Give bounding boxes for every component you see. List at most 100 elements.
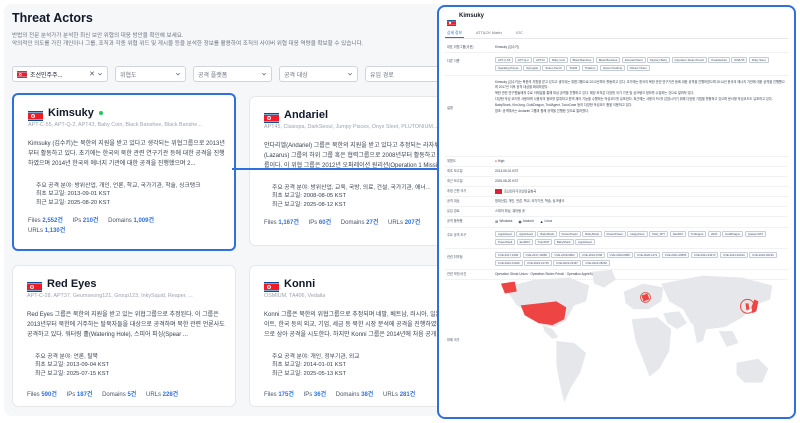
attack-target-filter-select[interactable]: 공격 대상 (279, 66, 358, 82)
alias-chip[interactable]: Emerald Sleet (621, 57, 646, 63)
alias-chip[interactable]: Sparkling Pisces (495, 64, 522, 71)
cve-chip[interactable]: CVE-2020-1472 (634, 252, 661, 259)
alias-chip[interactable]: APT-C-55 (495, 57, 514, 63)
malware-chip[interactable]: EndRAT (516, 238, 534, 245)
row-label: 위협도 (447, 159, 456, 163)
filter-placeholder: 공격 대상 (284, 72, 308, 79)
cve-chip[interactable]: CVE-2021-40444 (719, 252, 748, 259)
nk-flag-icon (447, 13, 456, 26)
page-description-line: 악의적인 의도를 가진 개인이나 그룹, 조직과 각종 위협 위드 및 게시물 … (12, 41, 364, 47)
alias-chip[interactable]: Springtail (523, 64, 541, 71)
malware-chip[interactable]: TutorRAT (534, 238, 553, 245)
malware-chip[interactable]: AppleSeed (495, 231, 515, 238)
detail-row: 다른 이름 APT-C-55 APT-Q-2 APT43 Baby Coin Black… (445, 53, 788, 76)
victim-world-map[interactable] (495, 265, 792, 415)
cve-chip[interactable]: CVE-2021-34473 (690, 252, 719, 259)
actor-card-red-eyes[interactable]: Red Eyes APT-C-28, APT37, Geumseong121, … (12, 265, 236, 407)
alias-chip[interactable]: Velvet Chollima (599, 64, 626, 71)
description-paragraph: Kimsuky (김수키)는 북한의 지원을 받고 있다고 생각되는 위협그룹으… (495, 80, 785, 89)
alias-chip[interactable]: APT-Q-2 (514, 57, 532, 63)
filter-bar: 조선민주주... ✕ 위협도 공격 플랫폼 공격 대상 유입 경로 (12, 66, 460, 82)
attack-platform-filter-select[interactable]: 공격 플랫폼 (193, 66, 272, 82)
alias-chip[interactable]: Operation Stolen Pencil (671, 57, 707, 63)
alias-chip[interactable]: APT43 (533, 57, 548, 63)
malware-chip[interactable]: xRAT (707, 231, 721, 238)
actor-summary-list: 주요 공격 분야: 방위산업, 개인, 언론, 학교, 국가기관, 학술, 싱크… (36, 182, 226, 207)
malware-chip[interactable]: TrollAgent (687, 231, 707, 238)
alias-chip[interactable]: Mystery Baby (647, 57, 671, 63)
detail-row: 유입 경로 스피어 피싱, 워터링 홀 (445, 207, 788, 218)
urls-stat: URLs 281건 (383, 392, 416, 398)
cve-chip[interactable]: CVE-2017-0199 (495, 252, 522, 259)
detail-header: Kimsuky (447, 13, 484, 26)
alias-chip[interactable]: Baby Coin (549, 57, 569, 63)
cve-chip[interactable]: CVE-2022-30190 (749, 252, 777, 259)
clear-filter-icon[interactable]: ✕ (89, 70, 95, 78)
actor-aliases: APT-C-55, APT-Q-2, APT43, Baby Coin, Bla… (28, 122, 202, 128)
malware-chip[interactable]: KGH_SPY (649, 231, 669, 238)
files-stat: Files 175건 (264, 392, 294, 398)
malware-chip[interactable]: Quasar RAT (744, 231, 767, 238)
map-usa-highlight (520, 301, 567, 326)
threat-level-filter-select[interactable]: 위협도 (115, 66, 186, 82)
nk-flag-icon (27, 279, 42, 292)
cve-chip[interactable]: CVE-2019-0708 (579, 252, 606, 259)
malware-chip[interactable]: GoldDragon (722, 231, 744, 238)
tab-attack-matrix[interactable]: ATT&CK Matrix (474, 29, 504, 38)
malware-chip[interactable]: BabyShark (553, 238, 574, 245)
row-value: 스피어 피싱, 워터링 홀 (495, 209, 525, 214)
malware-chip[interactable]: AppleSeed (575, 238, 595, 245)
malware-chip[interactable]: PowerShell (495, 238, 516, 245)
actor-name: Red Eyes (47, 278, 97, 290)
android-icon: ◉ (518, 219, 522, 225)
malware-chip[interactable]: FlowerPower (558, 231, 581, 238)
row-label: 유입 경로 (447, 209, 460, 214)
row-label: 대표 위협그룹(국문) (447, 45, 474, 49)
description-paragraph: 다양한 악성 코드를 사용하며 사용자의 정보를 탈취하고 원격 제어 기능을 … (495, 97, 773, 101)
threat-actors-page: Threat Actors 반법의 전문 분석가가 분석한 최신 보안 위협의 … (4, 4, 484, 416)
alias-chip[interactable]: Stolen Pencil (542, 64, 565, 71)
detail-row: 최초 보고일 2013-09-01 KST (445, 167, 788, 177)
alias-chip[interactable]: Ruby Sleet (748, 57, 769, 63)
alias-chip[interactable]: RGB-55 (731, 57, 748, 63)
row-label: 공격 대상 (447, 199, 460, 204)
alias-chip[interactable]: Black Banshee (569, 57, 595, 63)
alias-chip[interactable]: Vibrant Ticket (626, 64, 650, 71)
tab-details[interactable]: 상세 정보 (445, 29, 465, 38)
detail-row: 설명 Kimsuky (김수키)는 북한의 지원을 받고 있다고 생각되는 위협… (445, 76, 788, 157)
country-filter-select[interactable]: 조선민주주... ✕ (12, 66, 108, 82)
page-description: 반법의 전문 분석가가 분석한 최신 보안 위협의 대응 방안을 확인해 보세요… (12, 32, 452, 48)
alias-chip[interactable]: Thallium (581, 64, 599, 71)
malware-chip[interactable]: AppleSeed (516, 231, 536, 238)
cve-chip[interactable]: CVE-2018-0802 (551, 252, 578, 259)
nk-flag-icon (17, 70, 27, 78)
actor-description: Kimsuky (김수키)는 북한의 지원을 받고 있다고 생각되는 위협그룹으… (28, 141, 225, 167)
card-header: Konni (264, 278, 315, 292)
description-paragraph: 참조: 공격에서는 Andariel 그룹과 함께 공격을 진행한 것으로 알려… (495, 109, 589, 113)
tab-ioc[interactable]: IOC (514, 29, 525, 38)
malware-chip[interactable]: HappyDoor (627, 231, 648, 238)
alias-chip[interactable]: TA406 (566, 64, 581, 71)
malware-chip[interactable]: NavRAT (669, 231, 687, 238)
malware-chip[interactable]: FlowerPower (603, 231, 626, 238)
cve-chip[interactable]: CVE-2020-0688 (606, 252, 633, 259)
alias-chip[interactable]: ParadiseNet (708, 57, 730, 63)
windows-icon: ⊞ (495, 219, 499, 225)
nk-flag-icon (495, 189, 502, 194)
malware-chip[interactable]: BabyShark (582, 231, 603, 238)
filter-placeholder: 유입 경로 (370, 72, 394, 79)
linux-icon: ▲ (539, 219, 544, 225)
malware-chip[interactable]: BabyShark (537, 231, 558, 238)
ioc-stats: Files 2,552건 IPs 210건 Domains 1,009건 URL… (28, 216, 226, 236)
cve-chip[interactable]: CVE-2017-11882 (522, 252, 550, 259)
alias-chip[interactable]: Black Banshee (595, 57, 621, 63)
list-item: 최근 보고일: 2025-08-20 KST (36, 199, 226, 207)
actor-card-kimsuky[interactable]: Kimsuky APT-C-55, APT-Q-2, APT43, Baby C… (12, 93, 236, 251)
card-header: Kimsuky (28, 107, 103, 121)
cve-chip[interactable]: CVE-2021-26855 (661, 252, 690, 259)
card-header: Red Eyes (27, 278, 97, 292)
row-value: Kimsuky (김수키) (495, 45, 519, 49)
actor-description: Red Eyes 그룹은 북한의 지원을 받고 있는 위협그룹으로 추정된다. … (27, 312, 225, 338)
actor-name: Andariel (284, 109, 329, 121)
description-block: Kimsuky (김수키)는 북한의 지원을 받고 있다고 생각되는 위협그룹으… (493, 76, 788, 156)
